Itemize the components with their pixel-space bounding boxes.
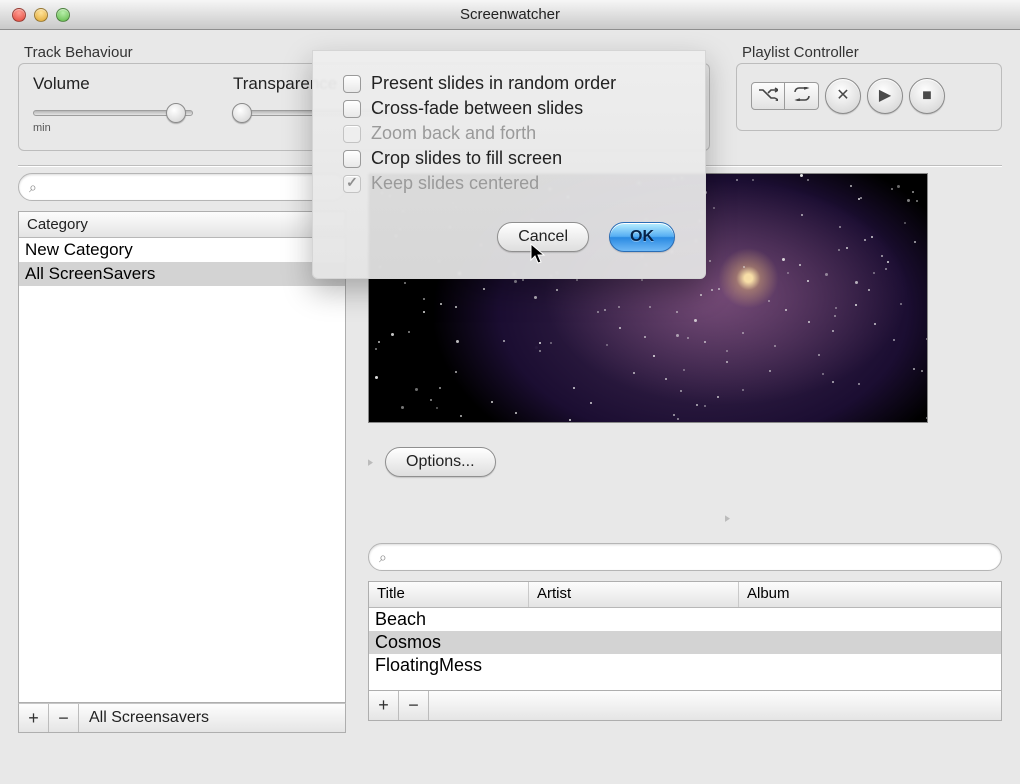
dialog-option[interactable]: Present slides in random order	[343, 73, 675, 94]
checkbox-icon[interactable]	[343, 100, 361, 118]
search-icon: ⌕	[29, 179, 37, 196]
stop-icon: ■	[922, 88, 932, 104]
dialog-option[interactable]: Crop slides to fill screen	[343, 148, 675, 169]
window-title: Screenwatcher	[0, 6, 1020, 23]
disclosure-icon[interactable]: ▸	[368, 455, 373, 469]
shuffle-button[interactable]	[751, 82, 785, 110]
dialog-option[interactable]: Cross-fade between slides	[343, 98, 675, 119]
play-button[interactable]: ▶	[867, 78, 903, 114]
category-row[interactable]: New Category	[19, 238, 345, 262]
dialog-option-label: Zoom back and forth	[371, 123, 536, 144]
dialog-option-label: Keep slides centered	[371, 173, 539, 194]
tracks-table: Title Artist Album BeachCosmosFloatingMe…	[368, 581, 1002, 691]
add-track-button[interactable]: +	[369, 691, 399, 720]
remove-track-button[interactable]: −	[399, 691, 429, 720]
shuffle-repeat-segment	[751, 82, 819, 110]
title-bar: Screenwatcher	[0, 0, 1020, 30]
options-button[interactable]: Options...	[385, 447, 495, 477]
play-icon: ▶	[879, 88, 891, 104]
tracks-bottom-bar: + −	[368, 691, 1002, 721]
volume-slider[interactable]	[33, 110, 193, 116]
track-row[interactable]: FloatingMess	[369, 654, 1001, 677]
category-search-input[interactable]	[43, 179, 335, 195]
checkbox-icon	[343, 125, 361, 143]
tracks-col-artist[interactable]: Artist	[529, 582, 739, 607]
checkbox-icon	[343, 175, 361, 193]
search-icon: ⌕	[379, 549, 387, 566]
playlist-controller-label: Playlist Controller	[736, 44, 1002, 61]
dialog-option: Keep slides centered	[343, 173, 675, 194]
options-dialog: Present slides in random order Cross-fade…	[312, 50, 706, 279]
volume-label: Volume	[33, 74, 90, 94]
stop-button[interactable]: ■	[909, 78, 945, 114]
dialog-option-label: Cross-fade between slides	[371, 98, 583, 119]
remove-category-button[interactable]: −	[49, 704, 79, 732]
checkbox-icon[interactable]	[343, 75, 361, 93]
repeat-button[interactable]	[785, 82, 819, 110]
tracks-search-input[interactable]	[393, 549, 991, 565]
track-row[interactable]: Cosmos	[369, 631, 1001, 654]
dialog-option-label: Crop slides to fill screen	[371, 148, 562, 169]
cancel-button[interactable]: Cancel	[497, 222, 589, 252]
tracks-col-album[interactable]: Album	[739, 582, 1001, 607]
category-bottom-bar: + − All Screensavers	[18, 703, 346, 733]
remove-playlist-button[interactable]: ✕	[825, 78, 861, 114]
category-row[interactable]: All ScreenSavers	[19, 262, 345, 286]
shuffle-icon	[758, 87, 778, 105]
ok-button[interactable]: OK	[609, 222, 675, 252]
category-list-header[interactable]: Category	[19, 212, 345, 238]
dialog-option-label: Present slides in random order	[371, 73, 616, 94]
category-search[interactable]: ⌕	[18, 173, 346, 201]
dialog-option: Zoom back and forth	[343, 123, 675, 144]
repeat-icon	[791, 87, 813, 105]
close-icon: ✕	[836, 88, 849, 104]
category-bottom-label: All Screensavers	[79, 709, 219, 727]
tracks-col-title[interactable]: Title	[369, 582, 529, 607]
track-row[interactable]: Beach	[369, 608, 1001, 631]
category-list: Category New CategoryAll ScreenSavers	[18, 211, 346, 703]
tracks-search[interactable]: ⌕	[368, 543, 1002, 571]
add-category-button[interactable]: +	[19, 704, 49, 732]
playlist-controller-group: ✕ ▶ ■	[736, 63, 1002, 131]
checkbox-icon[interactable]	[343, 150, 361, 168]
volume-min-label: min	[33, 122, 51, 134]
disclosure-icon-2[interactable]: ▸	[725, 511, 730, 525]
